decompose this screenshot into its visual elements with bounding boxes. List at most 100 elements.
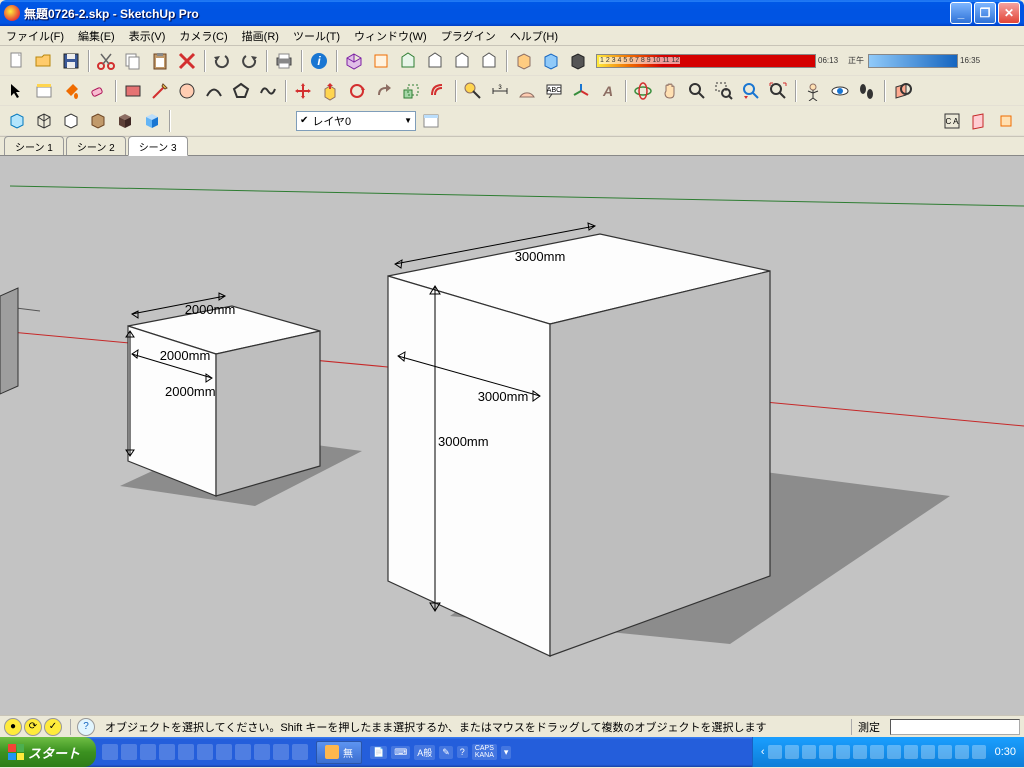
ime-icon[interactable]: ⌨ — [391, 746, 410, 759]
freehand-tool[interactable] — [255, 78, 281, 104]
help-icon[interactable]: ? — [77, 718, 95, 736]
menu-help[interactable]: ヘルプ(H) — [510, 28, 558, 44]
circle-tool[interactable] — [174, 78, 200, 104]
section-cut-button[interactable] — [966, 108, 992, 134]
zoom-extents-tool[interactable] — [765, 78, 791, 104]
ime-icon[interactable]: 📄 — [370, 746, 387, 759]
left-view-button[interactable] — [476, 48, 502, 74]
wireframe-style-button[interactable] — [31, 108, 57, 134]
right-view-button[interactable] — [422, 48, 448, 74]
section-display-button[interactable]: C A — [939, 108, 965, 134]
offset-tool[interactable] — [425, 78, 451, 104]
polygon-tool[interactable] — [228, 78, 254, 104]
3d-viewport[interactable]: 2000mm 2000mm 2000mm 3000mm 3000mm 3000m… — [0, 155, 1024, 715]
rotate-tool[interactable] — [344, 78, 370, 104]
look-around-tool[interactable] — [827, 78, 853, 104]
followme-tool[interactable] — [371, 78, 397, 104]
arc-tool[interactable] — [201, 78, 227, 104]
tray-icon[interactable] — [768, 745, 782, 759]
ql-icon[interactable] — [235, 744, 251, 760]
start-button[interactable]: スタート — [0, 737, 96, 767]
position-camera-tool[interactable] — [800, 78, 826, 104]
front-view-button[interactable] — [395, 48, 421, 74]
menu-plugins[interactable]: プラグイン — [441, 28, 496, 44]
scene-tab-3[interactable]: シーン 3 — [128, 136, 188, 156]
eraser-tool[interactable] — [85, 78, 111, 104]
menu-window[interactable]: ウィンドウ(W) — [354, 28, 427, 44]
copy-button[interactable] — [120, 48, 146, 74]
orbit-tool[interactable] — [630, 78, 656, 104]
tray-expand-icon[interactable]: ‹ — [761, 746, 765, 758]
scene-tab-2[interactable]: シーン 2 — [66, 136, 126, 156]
menu-camera[interactable]: カメラ(C) — [179, 28, 227, 44]
save-file-button[interactable] — [58, 48, 84, 74]
ql-icon[interactable] — [216, 744, 232, 760]
walk-tool[interactable] — [854, 78, 880, 104]
new-file-button[interactable] — [4, 48, 30, 74]
menu-file[interactable]: ファイル(F) — [6, 28, 64, 44]
shaded-textures-style-button[interactable] — [112, 108, 138, 134]
tray-icon[interactable] — [904, 745, 918, 759]
status-icon-1[interactable]: ● — [4, 718, 22, 736]
close-button[interactable]: ✕ — [998, 2, 1020, 24]
text-tool[interactable]: ABC — [541, 78, 567, 104]
ql-icon[interactable] — [254, 744, 270, 760]
taskbar-task-sketchup[interactable]: 無 — [316, 741, 362, 764]
ime-icon[interactable]: ▾ — [501, 746, 512, 759]
scale-tool[interactable] — [398, 78, 424, 104]
tray-icon[interactable] — [802, 745, 816, 759]
line-tool[interactable] — [147, 78, 173, 104]
box3-icon[interactable] — [565, 48, 591, 74]
layer-manager-button[interactable] — [418, 108, 444, 134]
ql-icon[interactable] — [159, 744, 175, 760]
ql-icon[interactable] — [178, 744, 194, 760]
axes-tool[interactable] — [568, 78, 594, 104]
delete-button[interactable] — [174, 48, 200, 74]
box2-icon[interactable] — [538, 48, 564, 74]
tape-measure-tool[interactable] — [460, 78, 486, 104]
undo-button[interactable] — [209, 48, 235, 74]
ql-icon[interactable] — [102, 744, 118, 760]
section-plane-tool[interactable] — [889, 78, 915, 104]
tray-icon[interactable] — [887, 745, 901, 759]
back-view-button[interactable] — [449, 48, 475, 74]
info-button[interactable]: i — [306, 48, 332, 74]
top-view-button[interactable] — [368, 48, 394, 74]
measure-input[interactable] — [890, 719, 1020, 735]
tray-icon[interactable] — [870, 745, 884, 759]
paint-bucket-tool[interactable] — [58, 78, 84, 104]
zoom-window-tool[interactable] — [711, 78, 737, 104]
3dtext-tool[interactable]: A — [595, 78, 621, 104]
xray-style-button[interactable] — [4, 108, 30, 134]
ime-icon[interactable]: ? — [457, 746, 468, 758]
menu-edit[interactable]: 編集(E) — [78, 28, 115, 44]
ql-icon[interactable] — [197, 744, 213, 760]
redo-button[interactable] — [236, 48, 262, 74]
scene-tab-1[interactable]: シーン 1 — [4, 136, 64, 156]
iso-view-button[interactable] — [341, 48, 367, 74]
ime-caps[interactable]: CAPSKANA — [472, 744, 497, 760]
ql-icon[interactable] — [292, 744, 308, 760]
menu-draw[interactable]: 描画(R) — [242, 28, 279, 44]
select-tool[interactable] — [4, 78, 30, 104]
hidden-line-style-button[interactable] — [58, 108, 84, 134]
tray-icon[interactable] — [819, 745, 833, 759]
ql-icon[interactable] — [121, 744, 137, 760]
maximize-button[interactable]: ❐ — [974, 2, 996, 24]
layer-selector[interactable]: ✔ レイヤ0 ▼ — [296, 111, 416, 131]
tray-icon[interactable] — [972, 745, 986, 759]
tray-icon[interactable] — [938, 745, 952, 759]
shadow-date-slider[interactable]: 1 2 3 4 5 6 7 8 9 10 11 12 — [596, 54, 816, 68]
pushpull-tool[interactable] — [317, 78, 343, 104]
ql-icon[interactable] — [273, 744, 289, 760]
print-button[interactable] — [271, 48, 297, 74]
tray-icon[interactable] — [853, 745, 867, 759]
box1-icon[interactable] — [511, 48, 537, 74]
tray-icon[interactable] — [921, 745, 935, 759]
component-tool[interactable] — [31, 78, 57, 104]
tray-icon[interactable] — [785, 745, 799, 759]
menu-view[interactable]: 表示(V) — [129, 28, 166, 44]
paste-button[interactable] — [147, 48, 173, 74]
status-icon-3[interactable]: ✓ — [44, 718, 62, 736]
ime-icon[interactable]: ✎ — [439, 746, 453, 759]
